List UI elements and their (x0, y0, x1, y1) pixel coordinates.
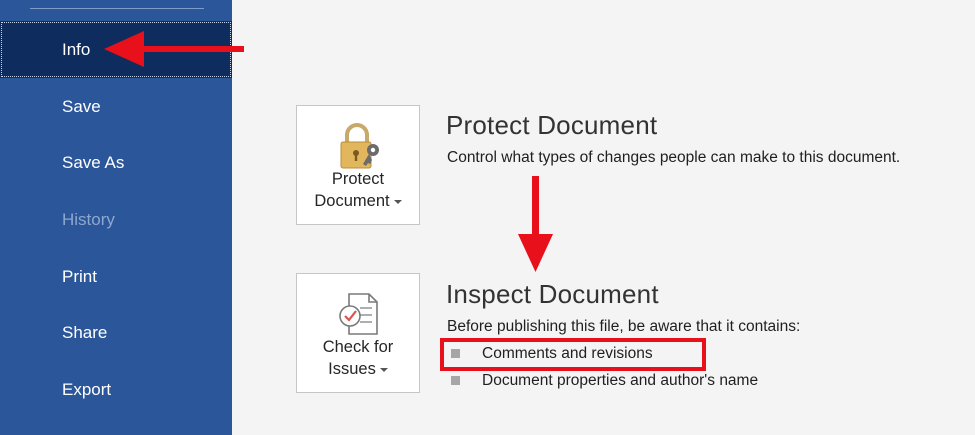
arrow-down-icon (518, 176, 553, 272)
arrow-left-icon (104, 31, 244, 67)
annotation-arrows (104, 31, 553, 272)
